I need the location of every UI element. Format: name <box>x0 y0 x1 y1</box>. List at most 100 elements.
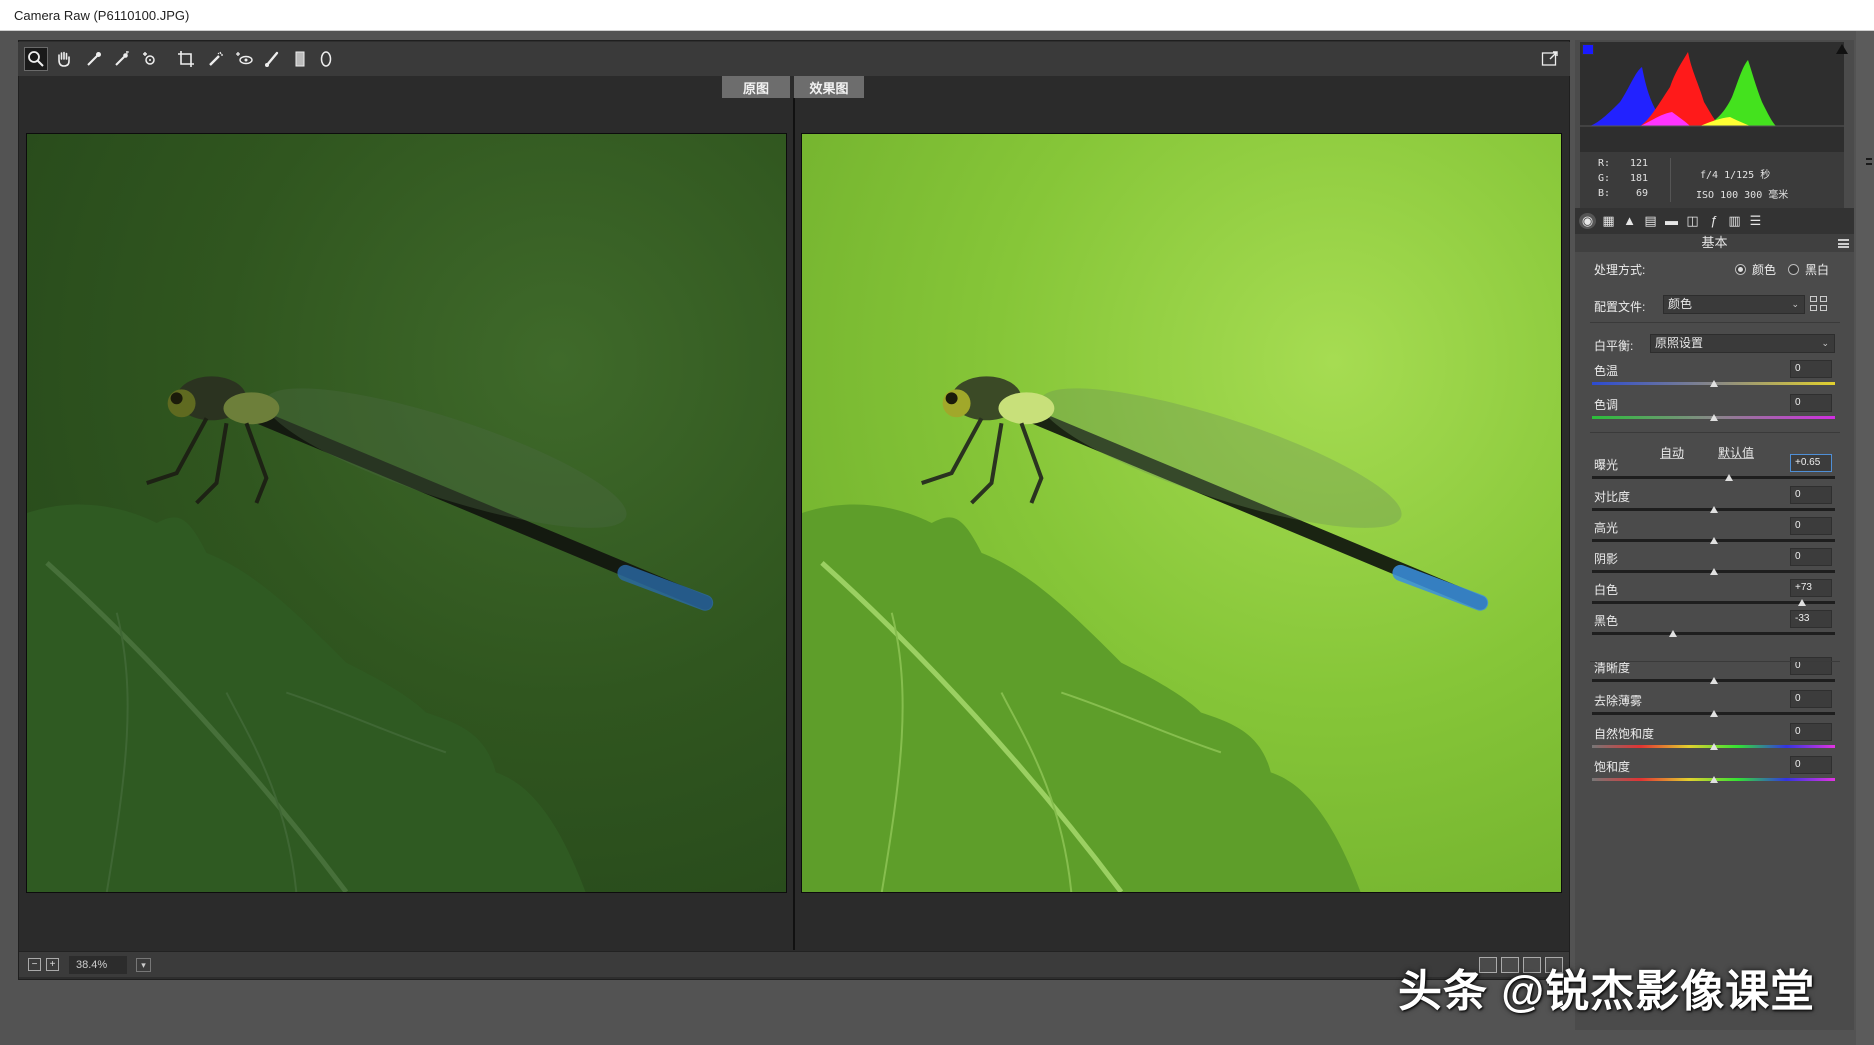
clarity-slider-thumb[interactable] <box>1709 677 1718 684</box>
red-eye-removal-tool-icon[interactable] <box>232 47 256 71</box>
chevron-down-icon: ⌄ <box>1791 299 1799 309</box>
tint-slider-thumb[interactable] <box>1709 414 1718 421</box>
treatment-label: 处理方式: <box>1594 263 1646 277</box>
readout-divider <box>1670 158 1671 202</box>
exposure-value-field[interactable]: +0.65 <box>1790 454 1832 472</box>
temperature-slider-thumb[interactable] <box>1709 380 1718 387</box>
dehaze-label: 去除薄雾 <box>1594 694 1643 708</box>
profile-label: 配置文件: <box>1594 300 1646 314</box>
contrast-value-field[interactable]: 0 <box>1790 486 1832 504</box>
white-balance-select[interactable]: 原照设置 ⌄ <box>1650 334 1835 353</box>
zoom-in-button[interactable]: + <box>46 958 59 971</box>
whites-value-field[interactable]: +73 <box>1790 579 1832 597</box>
tint-value-field[interactable]: 0 <box>1790 394 1832 412</box>
hand-tool-icon[interactable] <box>52 47 76 71</box>
vibrance-value-field[interactable]: 0 <box>1790 723 1832 741</box>
dehaze-value-field[interactable]: 0 <box>1790 690 1832 708</box>
spot-removal-tool-icon[interactable] <box>204 47 228 71</box>
b-key: B: <box>1598 188 1611 199</box>
camera-info-readout: R: 121 G: 181 B: 69 f/4 1/125 秒 ISO 100 300… <box>1580 152 1844 208</box>
toolbar <box>18 42 1570 76</box>
profile-browser-icon[interactable] <box>1810 296 1828 312</box>
tone-curve-tab-icon[interactable]: ▦ <box>1600 213 1617 229</box>
title-bar: Camera Raw (P6110100.JPG) <box>0 0 1874 31</box>
vibrance-label: 自然饱和度 <box>1594 727 1655 741</box>
targeted-adjustment-tool-icon[interactable] <box>138 47 162 71</box>
effects-tab-icon[interactable]: ƒ <box>1705 213 1722 229</box>
blacks-value-field[interactable]: -33 <box>1790 610 1832 628</box>
shadows-slider-thumb[interactable] <box>1709 568 1718 575</box>
highlights-slider-thumb[interactable] <box>1709 537 1718 544</box>
aperture-shutter: f/4 1/125 秒 <box>1700 170 1771 181</box>
edge-mark <box>1866 158 1872 160</box>
edge-mark <box>1866 163 1872 165</box>
auto-link[interactable]: 自动 <box>1660 444 1684 461</box>
radial-filter-icon[interactable] <box>314 47 338 71</box>
treatment-color-radio[interactable] <box>1735 264 1746 275</box>
default-link[interactable]: 默认值 <box>1718 444 1754 461</box>
presets-tab-icon[interactable]: ☰ <box>1747 213 1764 229</box>
before-label[interactable]: 原图 <box>722 76 790 98</box>
white-balance-value: 原照设置 <box>1655 336 1704 350</box>
blacks-slider-thumb[interactable] <box>1669 630 1678 637</box>
zoom-out-button[interactable]: − <box>28 958 41 971</box>
detail-tab-icon[interactable]: ▲ <box>1621 213 1638 229</box>
highlight-clipping-icon[interactable] <box>1836 44 1848 54</box>
after-label[interactable]: 效果图 <box>794 76 864 98</box>
g-value: 181 <box>1629 173 1648 184</box>
profile-select[interactable]: 颜色 ⌄ <box>1663 295 1805 314</box>
dehaze-slider-thumb[interactable] <box>1709 710 1718 717</box>
separator <box>1590 322 1840 323</box>
treatment-color-label: 颜色 <box>1752 263 1777 277</box>
separator <box>1590 661 1840 662</box>
hsl-tab-icon[interactable]: ▤ <box>1642 213 1659 229</box>
adjustment-brush-icon[interactable] <box>260 47 284 71</box>
r-key: R: <box>1598 158 1611 169</box>
camera-raw-window: Camera Raw (P6110100.JPG) 原图 效果图 − + 38.… <box>0 0 1874 1045</box>
shadow-clipping-icon[interactable] <box>1582 44 1594 55</box>
r-value: 121 <box>1629 158 1648 169</box>
temperature-label: 色温 <box>1594 364 1619 378</box>
lens-corrections-tab-icon[interactable]: ◫ <box>1684 213 1701 229</box>
zoom-dropdown-icon[interactable]: ▾ <box>136 958 151 972</box>
blacks-slider-track[interactable] <box>1592 632 1835 635</box>
vibrance-slider-thumb[interactable] <box>1709 743 1718 750</box>
panel-tabs: ◉ ▦ ▲ ▤ ▬ ◫ ƒ ▥ ☰ <box>1575 208 1854 234</box>
window-title: Camera Raw (P6110100.JPG) <box>14 8 190 23</box>
before-photo-image <box>27 376 714 892</box>
whites-label: 白色 <box>1594 583 1619 597</box>
calibration-tab-icon[interactable]: ▥ <box>1726 213 1743 229</box>
separator <box>1590 432 1840 433</box>
highlights-value-field[interactable]: 0 <box>1790 517 1832 535</box>
contrast-slider-thumb[interactable] <box>1709 506 1718 513</box>
zoom-level[interactable]: 38.4% <box>69 956 127 974</box>
whites-slider-thumb[interactable] <box>1798 599 1807 606</box>
iso-focal: ISO 100 300 毫米 <box>1696 190 1789 201</box>
crop-tool-icon[interactable] <box>174 47 198 71</box>
split-toning-tab-icon[interactable]: ▬ <box>1663 213 1680 229</box>
clarity-value-field[interactable]: 0 <box>1790 657 1832 675</box>
shadows-value-field[interactable]: 0 <box>1790 548 1832 566</box>
exposure-label: 曝光 <box>1594 458 1619 472</box>
zoom-tool-icon[interactable] <box>24 47 48 71</box>
saturation-value-field[interactable]: 0 <box>1790 756 1832 774</box>
panel-menu-icon[interactable] <box>1838 239 1849 248</box>
before-after-divider <box>793 98 795 950</box>
before-photo <box>26 133 787 893</box>
treatment-bw-radio[interactable] <box>1788 264 1799 275</box>
blacks-label: 黑色 <box>1594 614 1619 628</box>
fullscreen-toggle-icon[interactable] <box>1538 47 1562 71</box>
after-photo <box>801 133 1562 893</box>
basic-tab-icon[interactable]: ◉ <box>1579 213 1596 229</box>
g-key: G: <box>1598 173 1611 184</box>
white-balance-tool-icon[interactable] <box>82 47 106 71</box>
saturation-slider-thumb[interactable] <box>1709 776 1718 783</box>
color-sampler-tool-icon[interactable] <box>110 47 134 71</box>
exposure-slider-track[interactable] <box>1592 476 1835 479</box>
exposure-slider-thumb[interactable] <box>1725 474 1734 481</box>
graduated-filter-icon[interactable] <box>288 47 312 71</box>
temperature-value-field[interactable]: 0 <box>1790 360 1832 378</box>
profile-value: 颜色 <box>1668 297 1693 311</box>
watermark-text: 头条 @锐杰影像课堂 <box>1398 967 1816 1016</box>
saturation-label: 饱和度 <box>1594 760 1631 774</box>
